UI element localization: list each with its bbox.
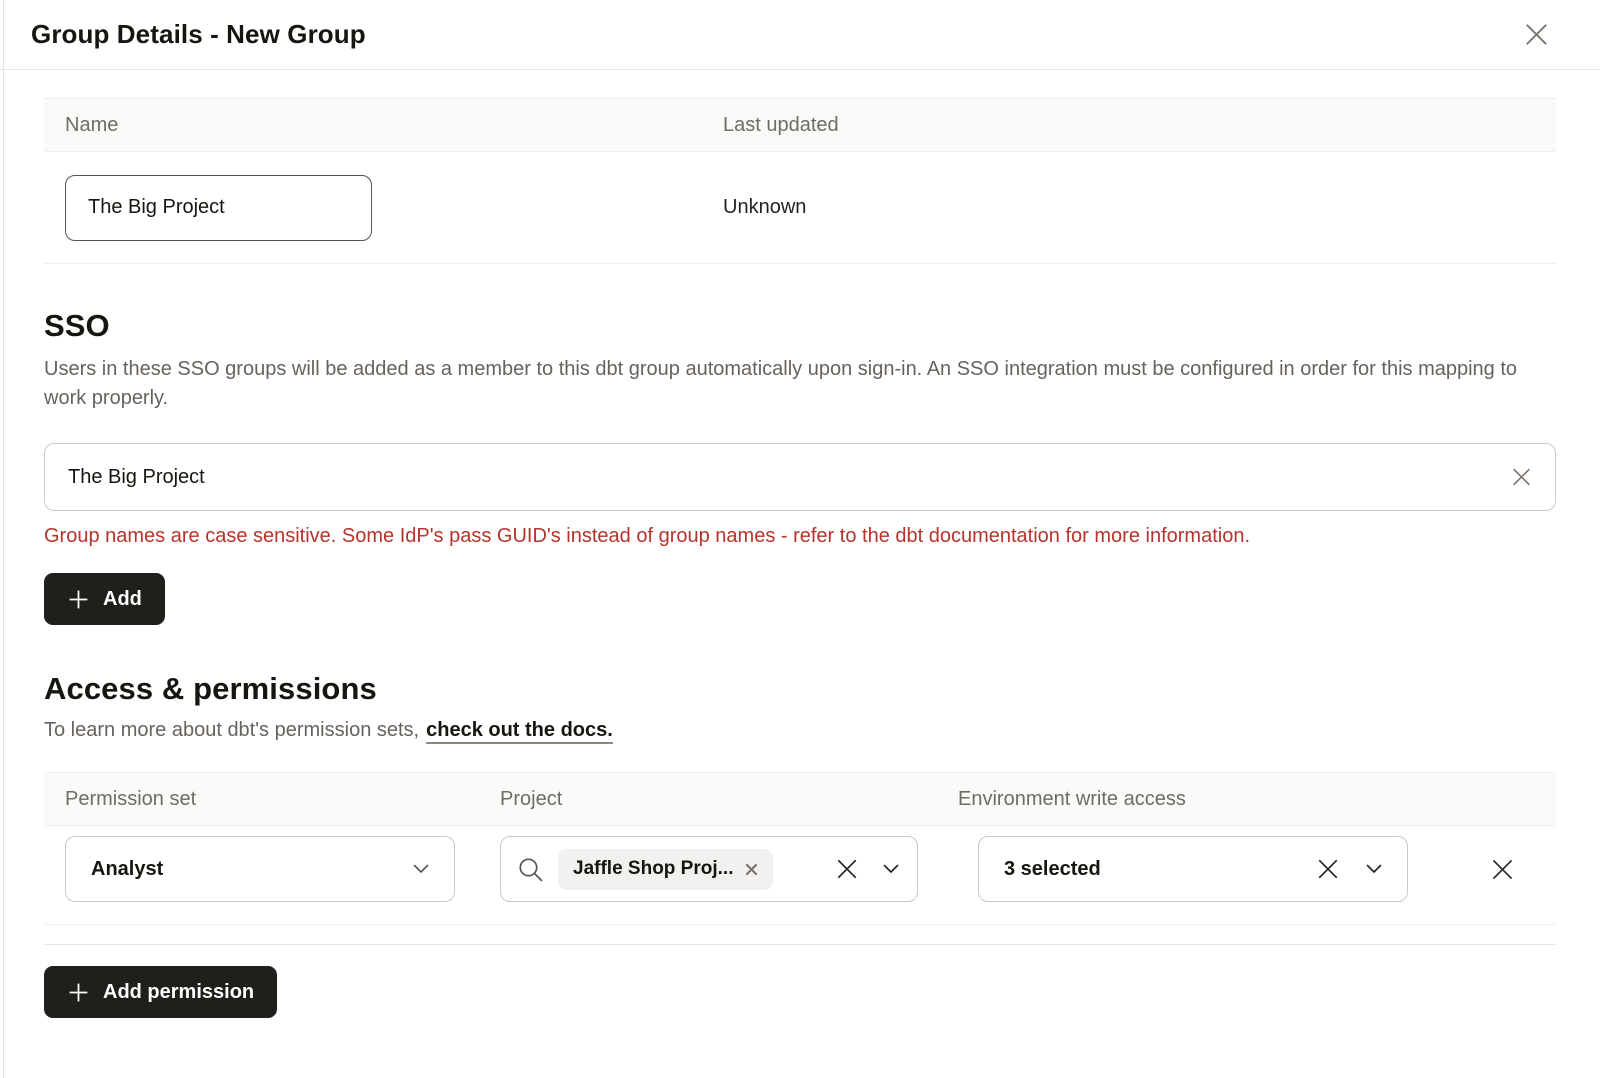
close-button[interactable] <box>1521 19 1552 50</box>
group-table-header: Name Last updated <box>44 99 1556 152</box>
clear-icon <box>1314 855 1342 883</box>
last-updated-column-header: Last updated <box>702 114 1556 137</box>
plus-icon <box>67 981 90 1004</box>
project-clear-button[interactable] <box>833 855 861 883</box>
add-permission-button-label: Add permission <box>103 981 254 1004</box>
group-name-input[interactable] <box>65 175 372 241</box>
chevron-down-icon <box>1366 864 1382 874</box>
permissions-docs-line: To learn more about dbt's permission set… <box>44 719 1556 742</box>
permission-row: Analyst Jaffle Shop Proj... <box>44 826 1556 925</box>
name-column-header: Name <box>44 114 702 137</box>
permissions-table: Permission set Project Environment write… <box>44 772 1556 925</box>
sso-group-name-input[interactable] <box>44 443 1556 511</box>
clear-icon <box>833 855 861 883</box>
sso-group-clear-button[interactable] <box>1509 465 1534 490</box>
sso-description: Users in these SSO groups will be added … <box>44 355 1524 413</box>
add-button-label: Add <box>103 588 142 611</box>
environment-clear-button[interactable] <box>1314 855 1342 883</box>
modal-content: Name Last updated Unknown SSO Users in t… <box>0 98 1600 1018</box>
search-icon <box>517 856 544 883</box>
remove-permission-row-button[interactable] <box>1488 855 1517 884</box>
project-chip-label: Jaffle Shop Proj... <box>573 858 733 880</box>
permissions-bottom-divider <box>44 944 1556 945</box>
access-permissions-heading: Access & permissions <box>44 671 1556 707</box>
add-sso-group-button[interactable]: Add <box>44 573 165 625</box>
add-permission-button[interactable]: Add permission <box>44 966 277 1018</box>
permission-set-select[interactable]: Analyst <box>65 836 455 902</box>
chip-remove-icon[interactable] <box>745 863 758 876</box>
close-icon <box>1521 19 1552 50</box>
modal-header: Group Details - New Group <box>0 0 1600 70</box>
project-multiselect[interactable]: Jaffle Shop Proj... <box>500 836 918 902</box>
permissions-table-header: Permission set Project Environment write… <box>44 773 1556 826</box>
chevron-down-icon <box>883 864 899 874</box>
sso-case-sensitive-warning: Group names are case sensitive. Some IdP… <box>44 523 1556 549</box>
environment-column-header: Environment write access <box>937 788 1427 811</box>
panel-left-edge <box>3 0 4 1078</box>
group-name-table: Name Last updated Unknown <box>44 98 1556 264</box>
sso-heading: SSO <box>44 308 1556 344</box>
last-updated-value: Unknown <box>702 196 1556 219</box>
chevron-down-icon <box>413 864 429 874</box>
clear-icon <box>1509 465 1534 490</box>
permission-set-value: Analyst <box>91 858 163 881</box>
remove-row-icon <box>1488 855 1517 884</box>
permission-set-column-header: Permission set <box>44 788 479 811</box>
sso-group-input-wrap <box>44 443 1556 511</box>
plus-icon <box>67 588 90 611</box>
group-table-row: Unknown <box>44 152 1556 263</box>
environment-access-select[interactable]: 3 selected <box>978 836 1408 902</box>
docs-link[interactable]: check out the docs. <box>426 719 613 741</box>
project-column-header: Project <box>479 788 937 811</box>
project-chip: Jaffle Shop Proj... <box>558 849 773 890</box>
environment-access-value: 3 selected <box>1004 858 1101 881</box>
docs-line-prefix: To learn more about dbt's permission set… <box>44 719 419 741</box>
modal-title: Group Details - New Group <box>31 19 366 50</box>
